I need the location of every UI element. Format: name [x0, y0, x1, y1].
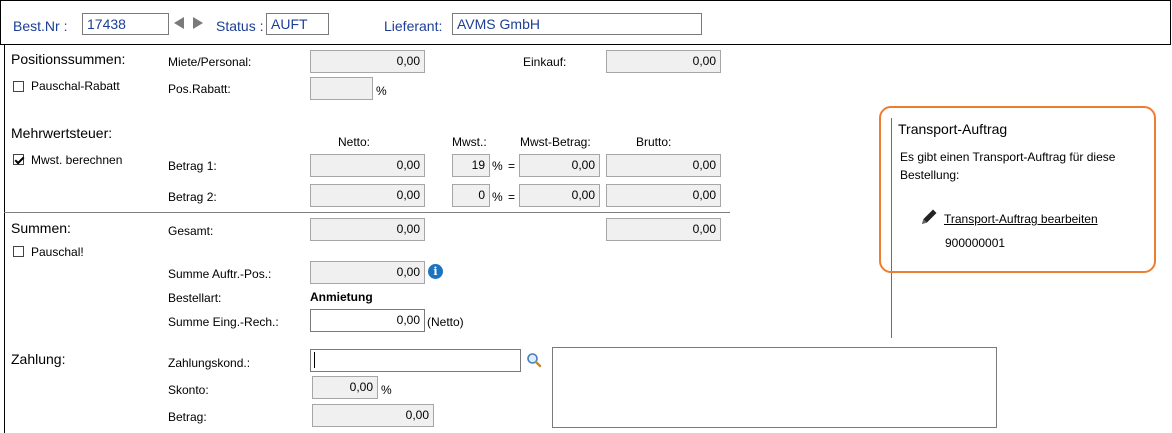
col-mwst-betrag-header: Mwst-Betrag:: [520, 135, 591, 149]
left-divider: [4, 45, 5, 433]
summe-eing-label: Summe Eing.-Rech.:: [168, 315, 279, 329]
posrabatt-label: Pos.Rabatt:: [168, 82, 231, 96]
summe-auftr-label: Summe Auftr.-Pos.:: [168, 267, 272, 281]
transport-message: Es gibt einen Transport-Auftrag für dies…: [900, 150, 1116, 182]
betrag2-netto-field[interactable]: 0,00: [310, 184, 425, 207]
bestellart-value: Anmietung: [310, 290, 373, 304]
search-icon[interactable]: [526, 352, 542, 368]
status-field[interactable]: AUFT: [266, 13, 329, 35]
betrag2-mwst-betrag-field[interactable]: 0,00: [519, 184, 600, 207]
mwst-berechnen-checkbox[interactable]: [13, 154, 24, 165]
betrag1-percent: %: [492, 159, 503, 173]
lieferant-label: Lieferant:: [384, 18, 443, 34]
zahlung-title: Zahlung:: [11, 351, 66, 367]
summe-eing-field[interactable]: 0,00: [310, 309, 425, 332]
skonto-field[interactable]: 0,00: [312, 376, 378, 399]
einkauf-field[interactable]: 0,00: [606, 50, 721, 73]
gesamt-label: Gesamt:: [168, 224, 214, 238]
lieferant-field[interactable]: AVMS GmbH: [452, 13, 702, 35]
betrag-field[interactable]: 0,00: [312, 404, 434, 427]
pencil-icon[interactable]: [918, 206, 940, 228]
betrag1-mwst-field[interactable]: 19: [452, 154, 490, 177]
arrow-right-icon[interactable]: [193, 17, 203, 29]
pauschal-checkbox[interactable]: [13, 246, 24, 257]
betrag2-brutto-field[interactable]: 0,00: [606, 184, 721, 207]
best-nr-field[interactable]: 17438: [82, 13, 169, 35]
pauschal-label: Pauschal!: [31, 245, 84, 259]
betrag2-label: Betrag 2:: [168, 190, 217, 204]
pauschal-rabatt-checkbox[interactable]: [13, 81, 24, 92]
betrag2-percent: %: [492, 190, 503, 204]
netto-suffix: (Netto): [427, 315, 464, 329]
summen-title: Summen:: [11, 220, 71, 236]
transport-edit-link[interactable]: Transport-Auftrag bearbeiten: [944, 212, 1098, 226]
mwst-title: Mehrwertsteuer:: [11, 125, 113, 141]
posrabatt-field[interactable]: [310, 77, 373, 100]
posrabatt-percent: %: [376, 84, 387, 98]
betrag2-equals: =: [508, 190, 516, 204]
best-nr-label: Best.Nr :: [13, 18, 68, 34]
betrag1-netto-field[interactable]: 0,00: [310, 154, 425, 177]
col-mwst-header: Mwst.:: [452, 135, 487, 149]
zahlung-notes-area[interactable]: [552, 347, 997, 428]
gesamt-brutto-field[interactable]: 0,00: [606, 218, 721, 241]
bestellart-label: Bestellart:: [168, 291, 222, 305]
betrag1-label: Betrag 1:: [168, 159, 217, 173]
einkauf-label: Einkauf:: [523, 55, 567, 69]
summen-separator: [4, 212, 730, 213]
status-label: Status :: [216, 18, 264, 34]
text-cursor: [314, 352, 315, 368]
miete-label: Miete/Personal:: [168, 55, 252, 69]
pauschal-rabatt-label: Pauschal-Rabatt: [31, 79, 120, 93]
betrag1-brutto-field[interactable]: 0,00: [606, 154, 721, 177]
skonto-percent: %: [381, 383, 392, 397]
mwst-berechnen-label: Mwst. berechnen: [31, 153, 123, 167]
betrag2-mwst-field[interactable]: 0: [452, 184, 490, 207]
betrag1-mwst-betrag-field[interactable]: 0,00: [519, 154, 600, 177]
summe-auftr-field[interactable]: 0,00: [310, 261, 425, 284]
zahlungskond-label: Zahlungskond.:: [168, 356, 251, 370]
col-brutto-header: Brutto:: [636, 135, 672, 149]
arrow-left-icon[interactable]: [174, 17, 184, 29]
col-netto-header: Netto:: [338, 135, 371, 149]
miete-field[interactable]: 0,00: [310, 50, 425, 73]
positionssummen-title: Positionssummen:: [11, 51, 126, 67]
zahlungskond-field[interactable]: [310, 349, 521, 372]
transport-number: 900000001: [945, 236, 1006, 250]
transport-title: Transport-Auftrag: [898, 121, 1008, 137]
info-icon[interactable]: i: [428, 264, 443, 279]
skonto-label: Skonto:: [168, 383, 209, 397]
betrag-label: Betrag:: [168, 410, 207, 424]
gesamt-netto-field[interactable]: 0,00: [310, 218, 425, 241]
betrag1-equals: =: [508, 159, 516, 173]
